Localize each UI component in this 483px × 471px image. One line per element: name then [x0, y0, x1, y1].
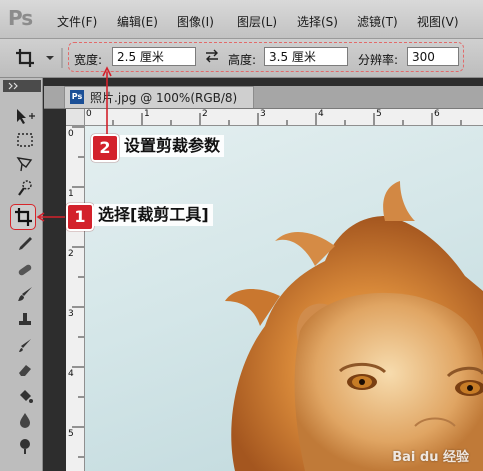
width-field[interactable]: 2.5 厘米	[112, 47, 196, 66]
quick-select-tool[interactable]	[12, 178, 38, 198]
history-brush-icon	[19, 339, 31, 352]
height-field[interactable]: 3.5 厘米	[264, 47, 348, 66]
blur-tool[interactable]	[12, 410, 38, 430]
ruler-number: 3	[68, 309, 74, 319]
stamp-icon	[19, 313, 31, 325]
menu-layer[interactable]: 图层(L)	[237, 13, 277, 30]
ruler-origin[interactable]	[66, 109, 85, 126]
menu-image[interactable]: 图像(I)	[177, 13, 214, 30]
quick-select-icon	[18, 180, 32, 196]
ruler-number: 0	[86, 109, 92, 119]
marquee-icon	[17, 133, 33, 147]
collapse-icon	[8, 82, 18, 90]
healing-brush-tool[interactable]	[12, 260, 38, 280]
ruler-number: 6	[434, 109, 440, 119]
width-label: 宽度:	[74, 53, 103, 67]
ruler-number: 5	[68, 429, 74, 439]
photoshop-logo: Ps	[8, 6, 33, 30]
menu-view[interactable]: 视图(V)	[417, 13, 459, 30]
document-canvas[interactable]	[85, 126, 483, 471]
ruler-number: 3	[260, 109, 266, 119]
paint-bucket-icon	[20, 390, 33, 403]
ruler-number: 2	[202, 109, 208, 119]
ruler-number: 0	[68, 129, 74, 139]
menu-edit[interactable]: 编辑(E)	[117, 13, 158, 30]
menu-filter[interactable]: 滤镜(T)	[357, 13, 398, 30]
resolution-field[interactable]: 300	[407, 47, 459, 66]
move-tool[interactable]	[12, 106, 38, 126]
step-2-badge: 2	[91, 134, 119, 162]
tool-preset-picker[interactable]	[6, 46, 66, 70]
toolbox-header[interactable]	[3, 80, 41, 92]
healing-brush-icon	[18, 264, 32, 276]
paint-bucket-tool[interactable]	[12, 386, 38, 406]
lasso-tool[interactable]	[12, 154, 38, 174]
lasso-icon	[16, 157, 33, 172]
ruler-number: 1	[144, 109, 150, 119]
ruler-number: 4	[318, 109, 324, 119]
crop-tool[interactable]	[10, 207, 36, 227]
callout-2-arrow	[102, 66, 112, 141]
vertical-ruler[interactable]: 0 1 2 3 4 5	[66, 125, 85, 471]
lion-photo	[225, 181, 483, 471]
blur-icon	[20, 413, 30, 428]
move-icon	[17, 109, 35, 124]
step-1-label: 选择[裁剪工具]	[94, 204, 213, 226]
crop-icon	[16, 48, 63, 68]
ruler-number: 1	[68, 189, 74, 199]
menu-file[interactable]: 文件(F)	[57, 13, 97, 30]
clone-stamp-tool[interactable]	[12, 310, 38, 330]
step-1-badge: 1	[66, 203, 94, 231]
eraser-tool[interactable]	[12, 360, 38, 380]
eraser-icon	[19, 365, 31, 376]
dodge-tool[interactable]	[12, 436, 38, 456]
brush-tool[interactable]	[12, 284, 38, 304]
document-title: 照片.jpg @ 100%(RGB/8)	[90, 91, 238, 105]
horizontal-ruler[interactable]: 0 1 2 3 4 5 6	[66, 109, 483, 126]
ruler-number: 5	[376, 109, 382, 119]
ruler-number: 2	[68, 249, 74, 259]
eyedropper-tool[interactable]	[12, 234, 38, 254]
crop-icon	[15, 208, 32, 226]
menu-select[interactable]: 选择(S)	[297, 13, 338, 30]
step-2-label: 设置剪裁参数	[120, 135, 225, 157]
brush-icon	[18, 287, 32, 301]
ruler-number: 4	[68, 369, 74, 379]
dodge-icon	[20, 439, 30, 454]
swap-arrows-icon[interactable]	[204, 49, 220, 66]
baidu-jingyan-watermark: Bai du 经验	[392, 450, 469, 465]
marquee-tool[interactable]	[12, 130, 38, 150]
resolution-label: 分辨率:	[358, 53, 399, 67]
history-brush-tool[interactable]	[12, 336, 38, 356]
ps-file-icon: Ps	[70, 90, 84, 104]
eyedropper-icon	[19, 237, 32, 250]
height-label: 高度:	[228, 53, 257, 67]
callout-1-arrow	[36, 211, 66, 225]
